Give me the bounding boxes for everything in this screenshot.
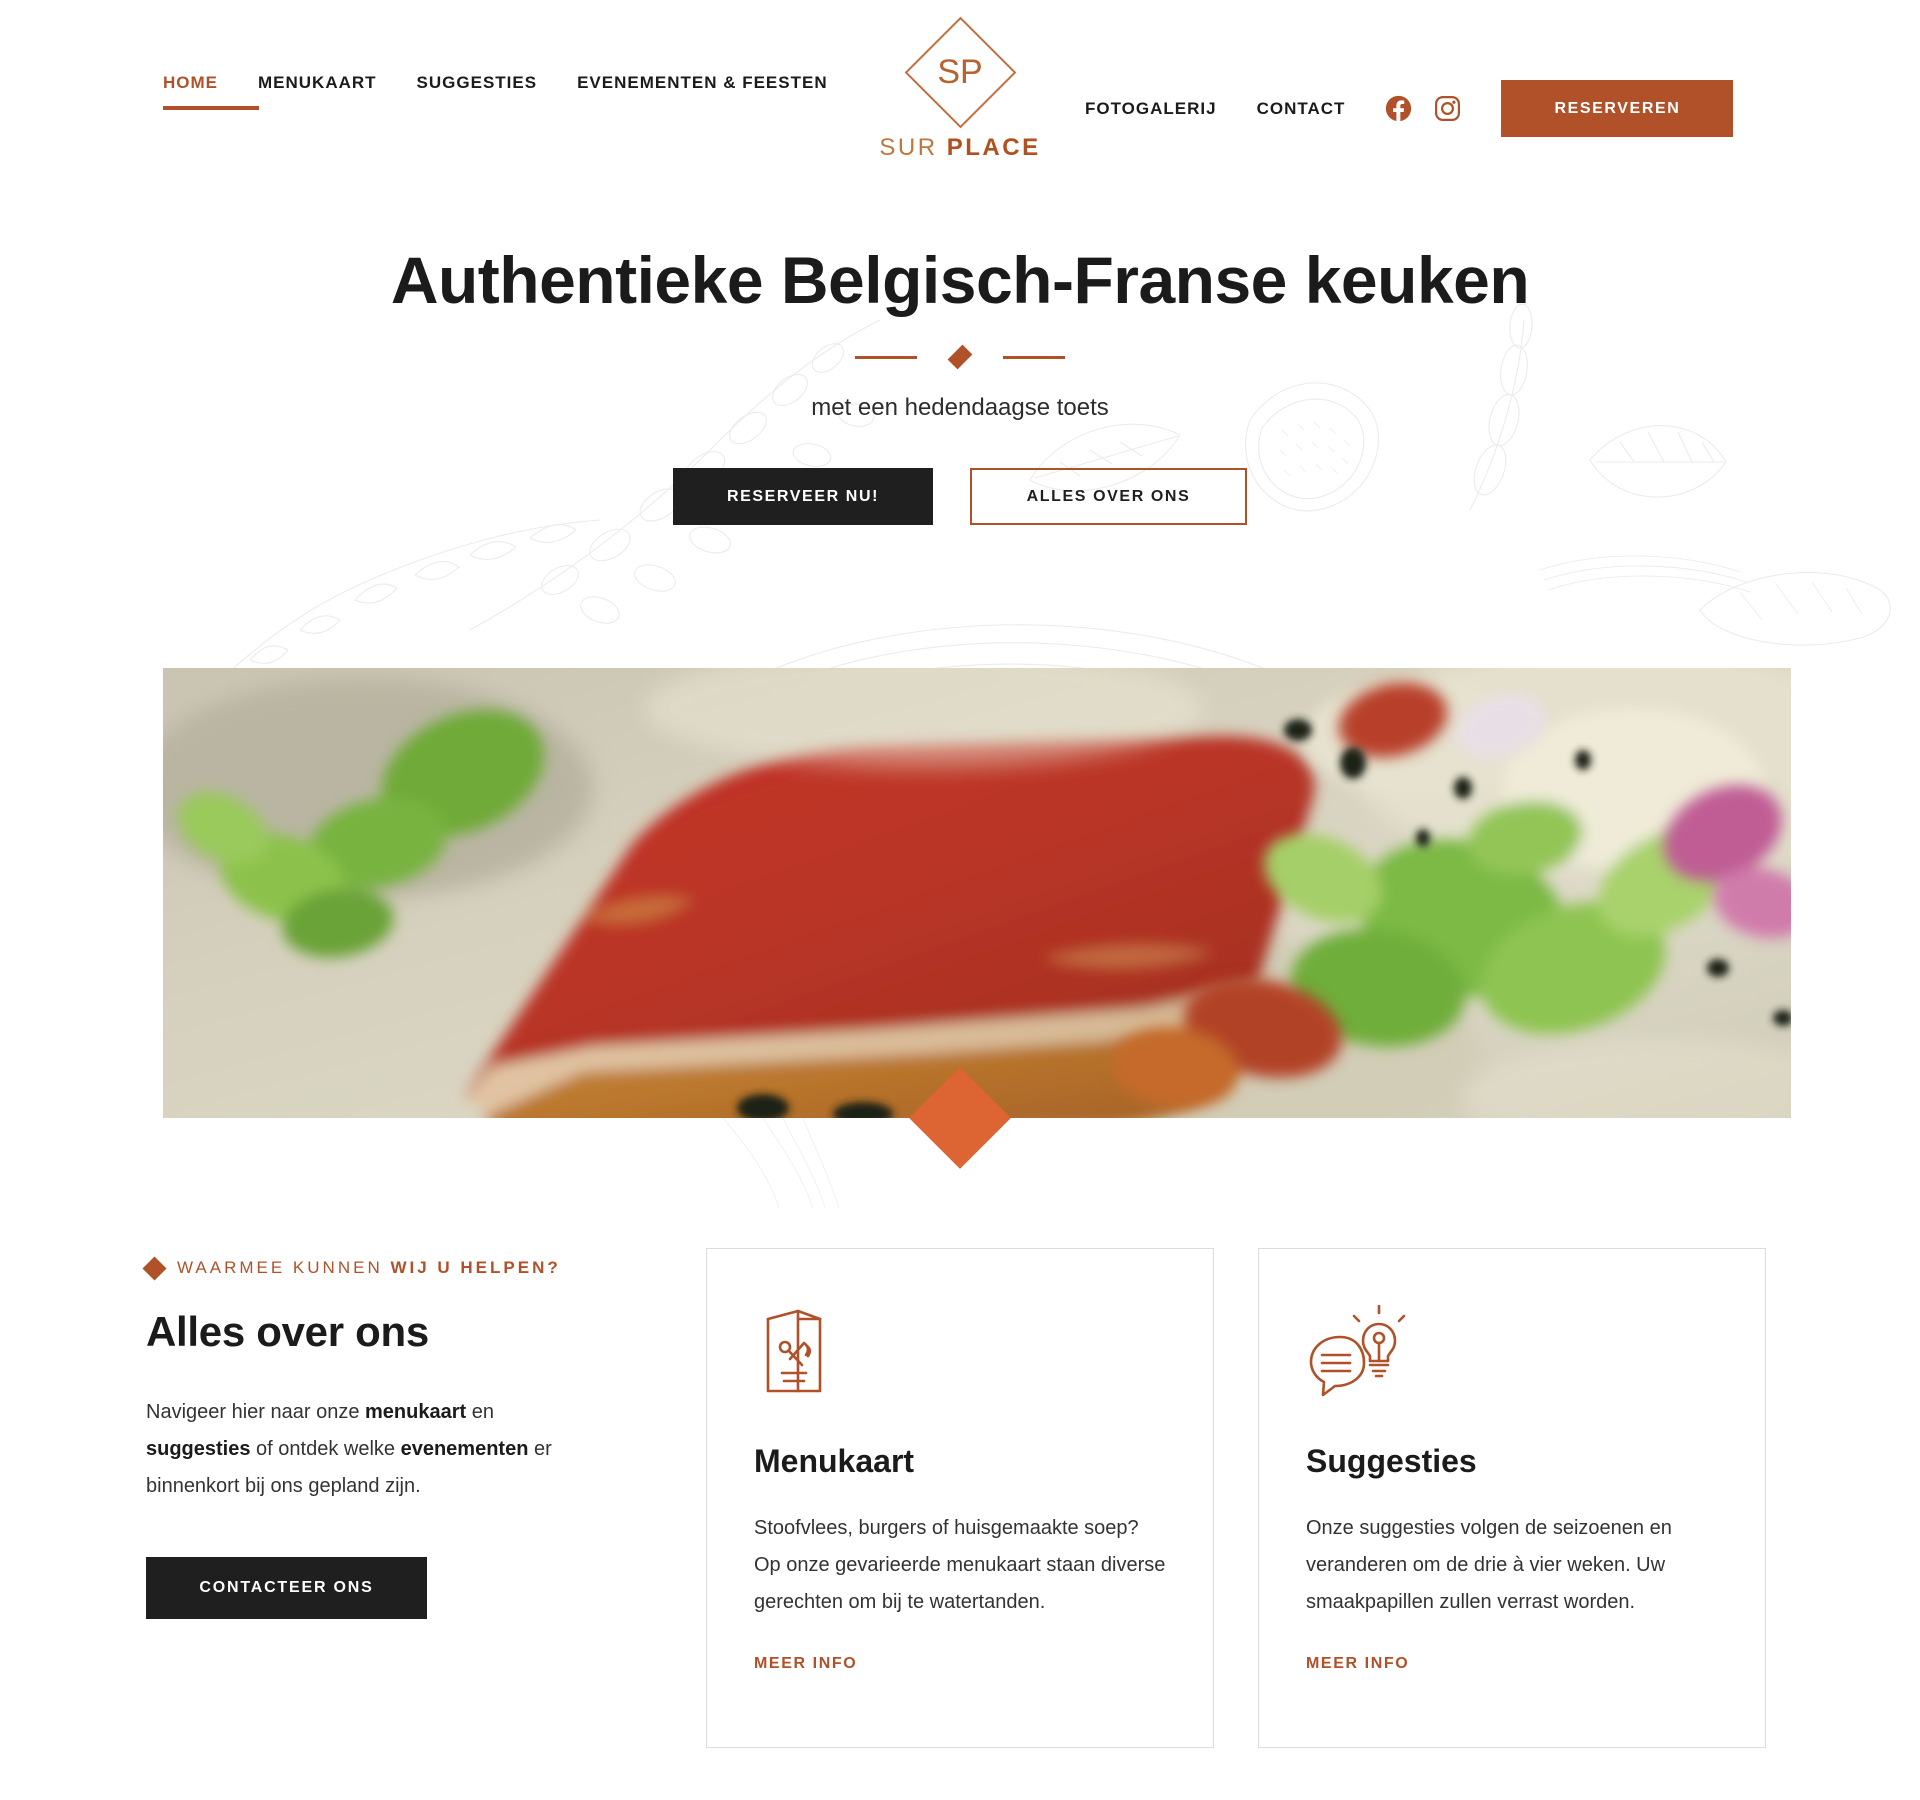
card-menukaart[interactable]: Menukaart Stoofvlees, burgers of huisgem… — [706, 1248, 1214, 1748]
divider-diamond-icon — [947, 344, 973, 370]
card-icon-wrap — [1306, 1304, 1718, 1401]
card-link-suggesties[interactable]: MEER INFO — [1306, 1655, 1409, 1672]
reserveer-nu-button[interactable]: RESERVEER NU! — [673, 468, 933, 525]
section-eyebrow: WAARMEE KUNNEN WIJ U HELPEN? — [142, 1255, 646, 1281]
divider-line-right — [1003, 356, 1065, 359]
decorative-divider — [855, 344, 1065, 370]
nav-item-menukaart[interactable]: MENUKAART — [258, 72, 377, 94]
about-bold-menukaart: menukaart — [365, 1401, 467, 1423]
card-title-menukaart: Menukaart — [754, 1443, 915, 1479]
about-bold-evenementen: evenementen — [400, 1438, 529, 1460]
card-text-suggesties: Onze suggesties volgen de seizoenen en v… — [1306, 1517, 1672, 1613]
hero-food-photo — [163, 668, 1791, 1118]
nav-item-home[interactable]: HOME — [163, 72, 259, 110]
menu-card-icon — [766, 1309, 822, 1393]
site-logo[interactable]: SP SUR PLACE — [860, 16, 1060, 162]
logo-diamond-mark: SP — [904, 16, 1016, 128]
nav-link-evenementen[interactable]: EVENEMENTEN & FEESTEN — [577, 72, 828, 94]
about-heading: Alles over ons — [146, 1308, 429, 1355]
hero-photo-section — [0, 668, 1920, 1218]
about-column: WAARMEE KUNNEN WIJ U HELPEN? Alles over … — [142, 1248, 706, 1619]
logo-monogram: SP — [937, 52, 983, 91]
card-link-menukaart[interactable]: MEER INFO — [754, 1655, 857, 1672]
eyebrow-label: WAARMEE KUNNEN WIJ U HELPEN? — [177, 1258, 561, 1278]
secondary-navigation: FOTOGALERIJ CONTACT RESERVEREN — [1085, 80, 1734, 137]
nav-item-evenementen[interactable]: EVENEMENTEN & FEESTEN — [577, 72, 828, 94]
card-icon-wrap — [754, 1305, 1166, 1401]
instagram-icon[interactable] — [1434, 95, 1461, 122]
reserveren-button[interactable]: RESERVEREN — [1501, 80, 1734, 137]
about-section: WAARMEE KUNNEN WIJ U HELPEN? Alles over … — [0, 1218, 1920, 1748]
social-links — [1385, 95, 1461, 122]
nav-link-fotogalerij[interactable]: FOTOGALERIJ — [1085, 98, 1217, 120]
alles-over-ons-button[interactable]: ALLES OVER ONS — [970, 468, 1247, 525]
facebook-icon[interactable] — [1385, 95, 1412, 122]
logo-word-sur: SUR — [879, 134, 947, 161]
speech-bubble-lightbulb-icon — [1309, 1304, 1406, 1397]
card-suggesties[interactable]: Suggesties Onze suggesties volgen de sei… — [1258, 1248, 1766, 1748]
food-photo-image — [163, 668, 1791, 1118]
about-bold-suggesties: suggesties — [146, 1438, 251, 1460]
feature-cards: Menukaart Stoofvlees, burgers of huisgem… — [706, 1248, 1774, 1748]
primary-navigation: HOME MENUKAART SUGGESTIES EVENEMENTEN & … — [163, 72, 828, 110]
card-title-suggesties: Suggesties — [1306, 1443, 1477, 1479]
contacteer-ons-button[interactable]: CONTACTEER ONS — [146, 1557, 427, 1619]
hero-section: Authentieke Belgisch-Franse keuken met e… — [0, 180, 1920, 668]
eyebrow-bold-part: WIJ U HELPEN? — [390, 1258, 561, 1277]
hero-subtitle: met een hedendaagse toets — [811, 394, 1109, 421]
nav-item-suggesties[interactable]: SUGGESTIES — [417, 72, 538, 94]
logo-word-place: PLACE — [946, 134, 1041, 161]
logo-wordmark: SUR PLACE — [860, 134, 1060, 162]
site-header: HOME MENUKAART SUGGESTIES EVENEMENTEN & … — [0, 0, 1920, 180]
about-text-3: of ontdek welke — [250, 1438, 401, 1460]
nav-active-underline — [163, 106, 259, 110]
about-paragraph: Navigeer hier naar onze menukaart en sug… — [146, 1394, 596, 1505]
eyebrow-regular-part: WAARMEE KUNNEN — [177, 1258, 391, 1277]
hero-title: Authentieke Belgisch-Franse keuken — [390, 243, 1530, 317]
nav-link-contact[interactable]: CONTACT — [1257, 98, 1346, 120]
nav-link-menukaart[interactable]: MENUKAART — [258, 72, 377, 94]
card-text-menukaart: Stoofvlees, burgers of huisgemaakte soep… — [754, 1517, 1166, 1613]
nav-link-home[interactable]: HOME — [163, 72, 218, 94]
divider-line-left — [855, 356, 917, 359]
hero-cta-group: RESERVEER NU! ALLES OVER ONS — [0, 468, 1920, 525]
nav-link-suggesties[interactable]: SUGGESTIES — [417, 72, 538, 94]
about-text-1: Navigeer hier naar onze — [146, 1401, 366, 1423]
about-text-2: en — [466, 1401, 494, 1423]
eyebrow-diamond-icon — [142, 1255, 167, 1281]
